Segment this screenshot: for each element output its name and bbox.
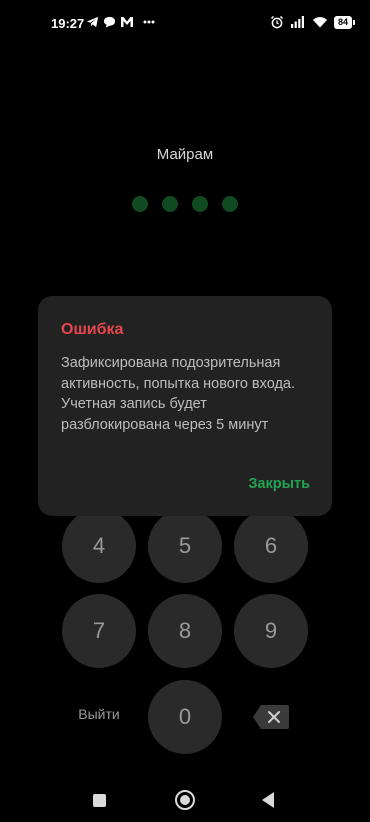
signal-icon <box>290 16 304 28</box>
key-6[interactable]: 6 <box>234 509 308 583</box>
gmail-icon <box>121 17 133 27</box>
backspace-icon[interactable] <box>252 704 290 730</box>
pin-dot <box>132 196 148 212</box>
key-8[interactable]: 8 <box>148 594 222 668</box>
recent-apps-icon[interactable] <box>93 794 106 807</box>
chat-bubble-icon <box>103 16 116 28</box>
telegram-icon <box>86 16 99 28</box>
pin-dot <box>222 196 238 212</box>
more-dots-icon <box>143 20 155 24</box>
dialog-title: Ошибка <box>61 321 124 338</box>
battery-icon: 84 <box>333 15 356 29</box>
exit-button[interactable]: Выйти <box>64 706 134 722</box>
status-right-group: 84 <box>270 15 356 29</box>
home-icon[interactable] <box>175 790 195 810</box>
key-0[interactable]: 0 <box>148 680 222 754</box>
pin-dot <box>162 196 178 212</box>
pin-indicator <box>0 196 370 212</box>
key-9[interactable]: 9 <box>234 594 308 668</box>
back-icon[interactable] <box>262 792 274 808</box>
user-name: Майрам <box>156 146 214 163</box>
error-dialog: Ошибка Зафиксирована подозрительная акти… <box>38 296 332 516</box>
pin-dot <box>192 196 208 212</box>
key-5[interactable]: 5 <box>148 509 222 583</box>
key-4[interactable]: 4 <box>62 509 136 583</box>
status-bar: 19:27 84 <box>0 0 370 46</box>
close-button[interactable]: Закрыть <box>248 476 310 492</box>
wifi-icon <box>312 17 327 28</box>
alarm-icon <box>270 15 284 29</box>
key-7[interactable]: 7 <box>62 594 136 668</box>
status-time: 19:27 <box>51 16 85 31</box>
dialog-message: Зафиксирована подозрительная активность,… <box>61 355 296 433</box>
